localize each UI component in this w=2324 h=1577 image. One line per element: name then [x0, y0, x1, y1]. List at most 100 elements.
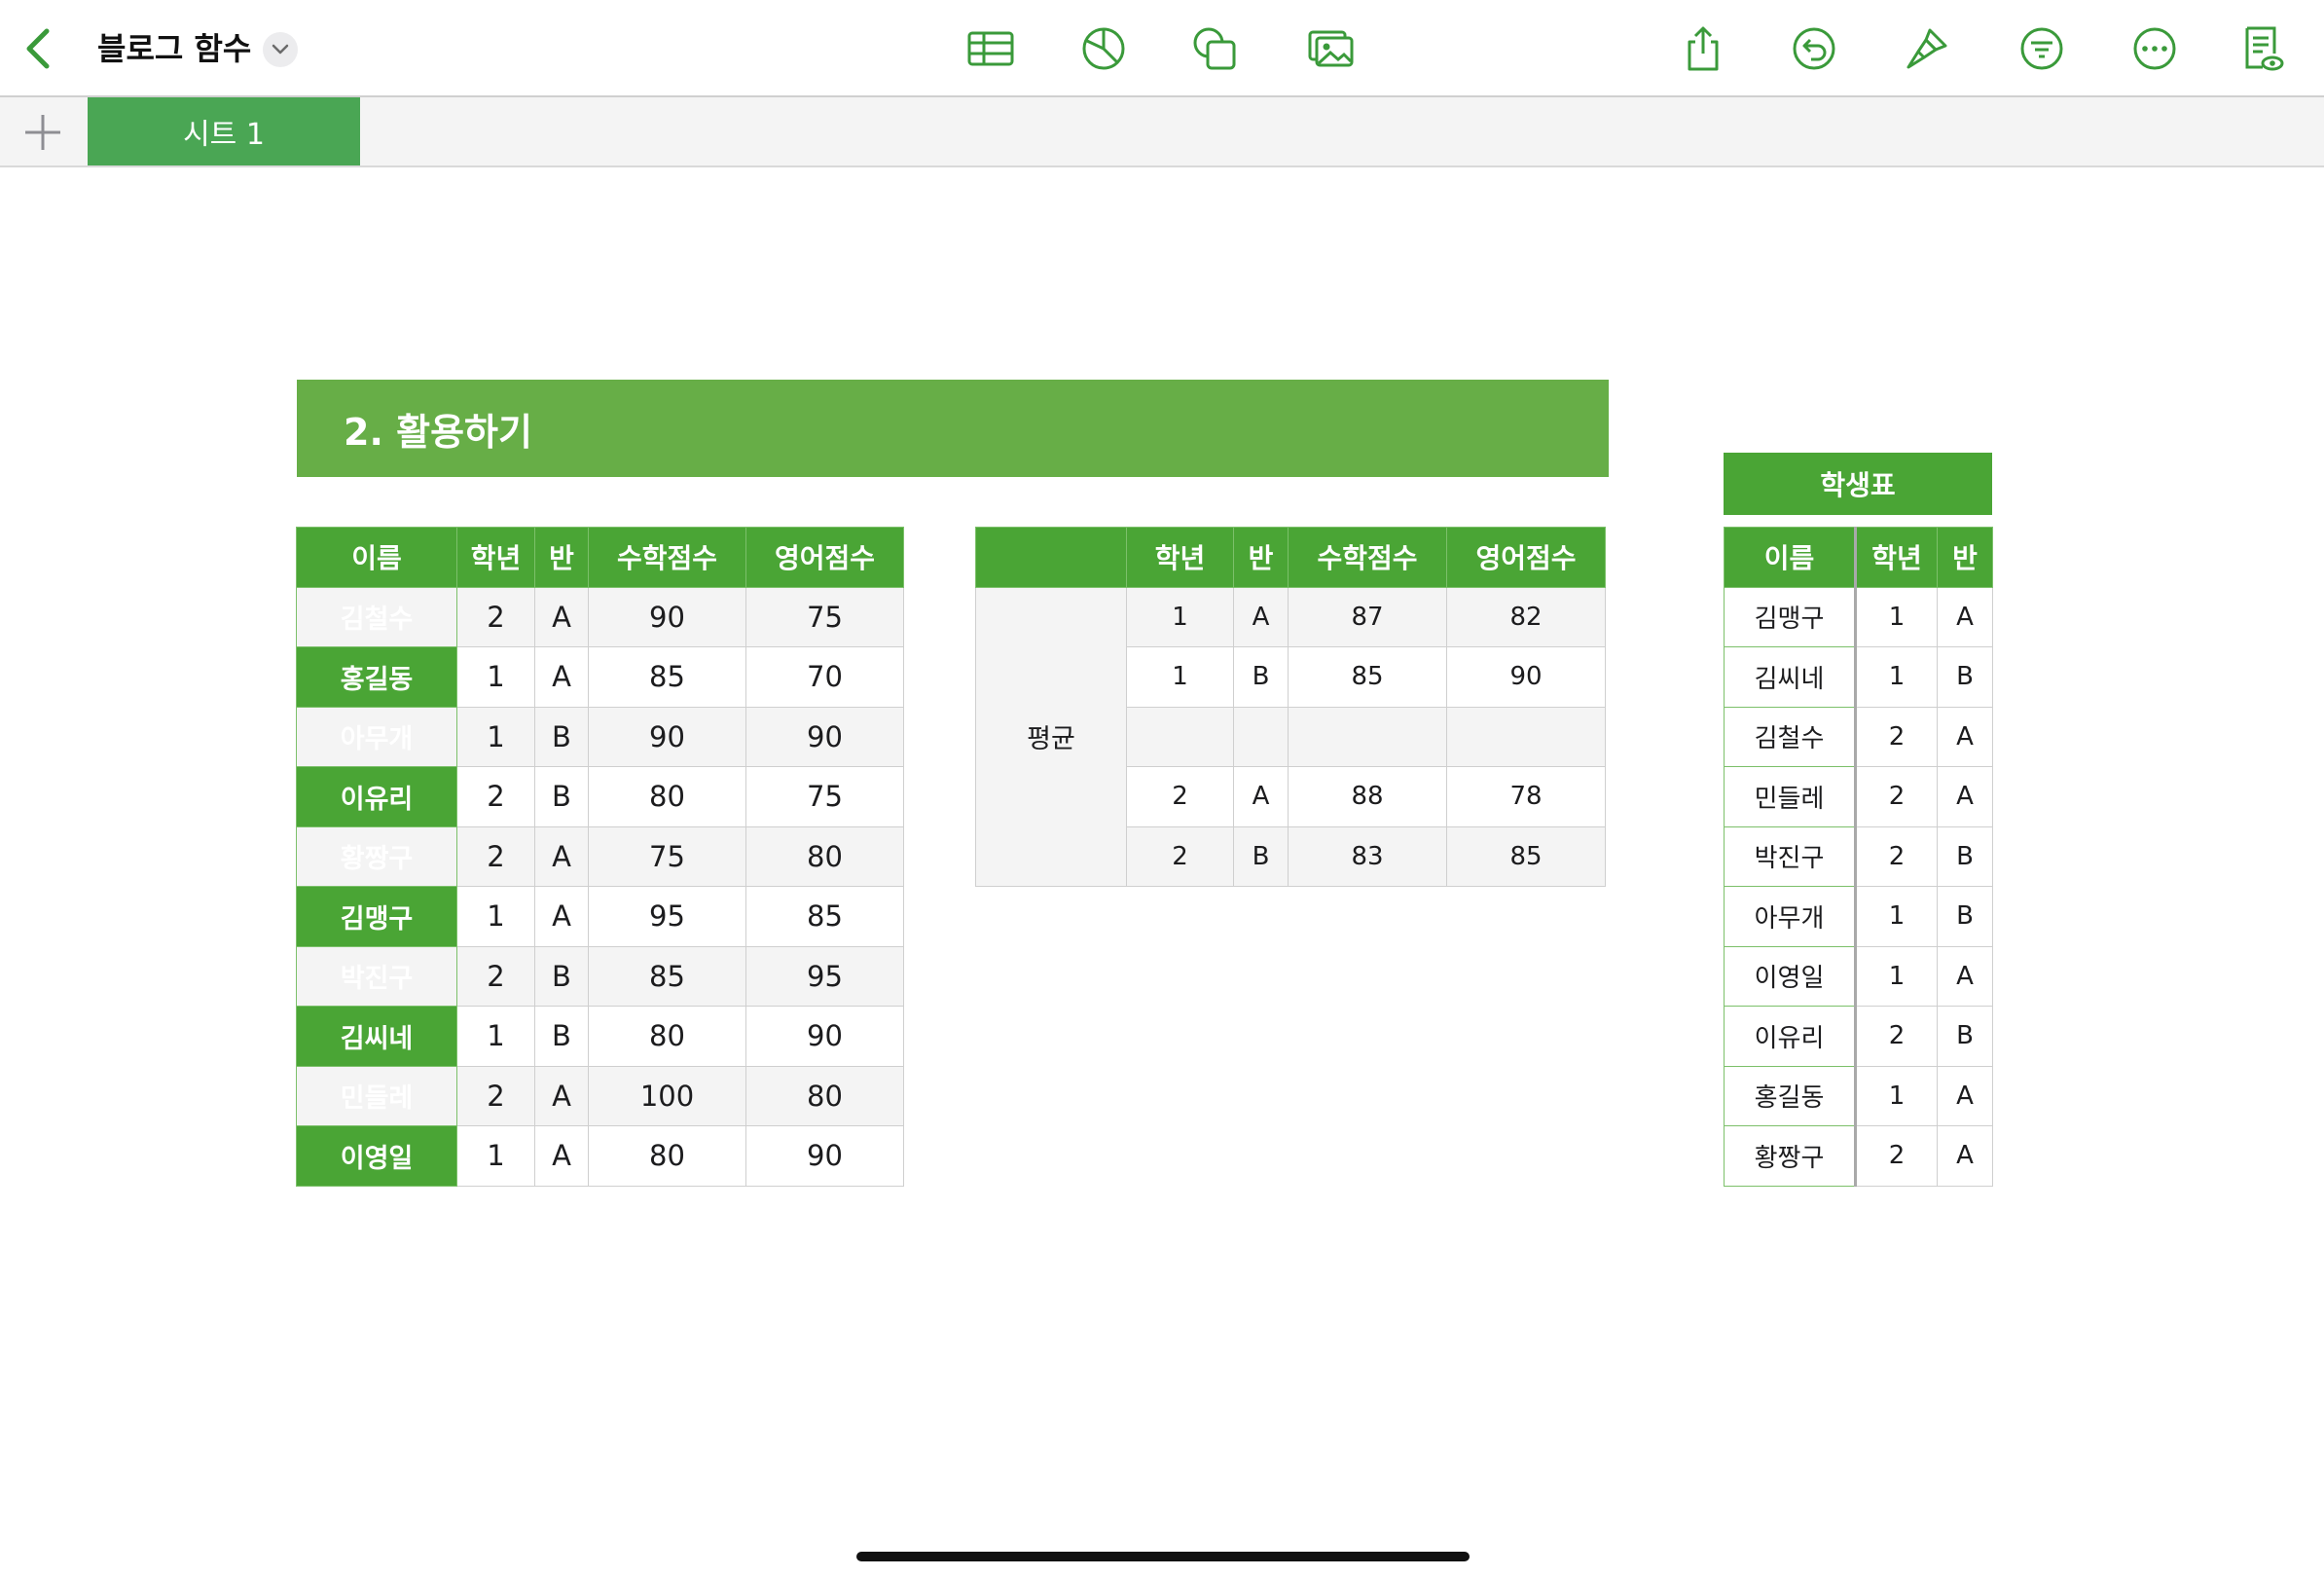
student-table-caption[interactable]: 학생표: [1724, 453, 1992, 515]
table-cell[interactable]: 80: [745, 1065, 904, 1126]
table-cell[interactable]: [1446, 706, 1606, 767]
header-cell[interactable]: 학년: [456, 527, 535, 588]
table-cell[interactable]: 85: [1288, 646, 1447, 708]
table-cell[interactable]: 1: [456, 1006, 535, 1067]
row-name-cell[interactable]: 이유리: [296, 766, 457, 827]
row-name-cell[interactable]: 민들레: [296, 1065, 457, 1126]
header-cell[interactable]: 영어점수: [1446, 527, 1606, 588]
row-name-cell[interactable]: 김맹구: [296, 886, 457, 947]
table-cell[interactable]: 75: [745, 586, 904, 647]
table-cell[interactable]: 2: [456, 945, 535, 1007]
format-button[interactable]: [1900, 21, 1954, 76]
table-cell[interactable]: 88: [1288, 766, 1447, 827]
row-name-cell[interactable]: 홍길동: [1724, 1065, 1857, 1126]
document-title[interactable]: 블로그 함수: [97, 27, 251, 70]
student-table[interactable]: 이름 학년 반 김맹구 1 A 김씨네 1 B 김철수 2 A 민들레 2 A 박진구 2 B 아무개 1 B 이영…: [1724, 527, 1993, 1187]
title-menu-button[interactable]: [263, 32, 298, 67]
row-name-cell[interactable]: 김철수: [1724, 706, 1857, 767]
insert-shape-button[interactable]: [1187, 21, 1242, 76]
table-cell[interactable]: 1: [1855, 886, 1938, 947]
table-cell[interactable]: 2: [1126, 825, 1234, 887]
table-cell[interactable]: 90: [745, 706, 904, 767]
table-cell[interactable]: A: [534, 1065, 589, 1126]
table-cell[interactable]: 1: [1855, 586, 1938, 647]
table-cell[interactable]: 90: [588, 586, 746, 647]
table-cell[interactable]: B: [1937, 1006, 1993, 1067]
table-cell[interactable]: B: [1937, 886, 1993, 947]
table-cell[interactable]: 1: [456, 1125, 535, 1187]
table-cell[interactable]: 82: [1446, 586, 1606, 647]
table-cell[interactable]: 2: [1855, 706, 1938, 767]
home-indicator[interactable]: [856, 1552, 1470, 1561]
table-cell[interactable]: 78: [1446, 766, 1606, 827]
section-title[interactable]: 2. 활용하기: [297, 380, 1609, 477]
back-button[interactable]: [19, 25, 58, 72]
table-cell[interactable]: A: [534, 646, 589, 708]
table-cell[interactable]: 85: [1446, 825, 1606, 887]
insert-table-button[interactable]: [963, 21, 1018, 76]
table-cell[interactable]: 1: [456, 706, 535, 767]
more-button[interactable]: [2127, 21, 2182, 76]
table-cell[interactable]: 70: [745, 646, 904, 708]
header-cell[interactable]: 이름: [1724, 527, 1857, 588]
table-cell[interactable]: A: [1937, 945, 1993, 1007]
table-cell[interactable]: 80: [588, 1006, 746, 1067]
table-cell[interactable]: 1: [1855, 945, 1938, 1007]
table-cell[interactable]: 90: [745, 1125, 904, 1187]
table-cell[interactable]: 1: [1126, 586, 1234, 647]
table-cell[interactable]: 80: [745, 825, 904, 887]
row-name-cell[interactable]: 이유리: [1724, 1006, 1857, 1067]
header-cell[interactable]: 학년: [1855, 527, 1938, 588]
insert-media-button[interactable]: [1304, 21, 1359, 76]
table-cell[interactable]: B: [1937, 646, 1993, 708]
header-cell[interactable]: 수학점수: [588, 527, 746, 588]
row-name-cell[interactable]: 박진구: [296, 945, 457, 1007]
table-cell[interactable]: 80: [588, 1125, 746, 1187]
row-name-cell[interactable]: 민들레: [1724, 766, 1857, 827]
table-cell[interactable]: [1126, 706, 1234, 767]
table-cell[interactable]: 85: [745, 886, 904, 947]
table-cell[interactable]: 1: [456, 646, 535, 708]
table-cell[interactable]: 2: [1855, 766, 1938, 827]
table-cell[interactable]: A: [534, 886, 589, 947]
row-name-cell[interactable]: 황짱구: [296, 825, 457, 887]
row-name-cell[interactable]: 황짱구: [1724, 1125, 1857, 1187]
table-cell[interactable]: A: [1937, 706, 1993, 767]
table-cell[interactable]: B: [534, 945, 589, 1007]
table-cell[interactable]: 2: [1855, 1006, 1938, 1067]
header-cell[interactable]: 이름: [296, 527, 457, 588]
table-cell[interactable]: B: [534, 766, 589, 827]
header-cell[interactable]: 수학점수: [1288, 527, 1447, 588]
row-name-cell[interactable]: 홍길동: [296, 646, 457, 708]
table-cell[interactable]: [1233, 706, 1289, 767]
table-cell[interactable]: 1: [1126, 646, 1234, 708]
table-cell[interactable]: 80: [588, 766, 746, 827]
row-name-cell[interactable]: 김맹구: [1724, 586, 1857, 647]
share-button[interactable]: [1676, 21, 1730, 76]
sort-filter-button[interactable]: [2015, 21, 2069, 76]
table-cell[interactable]: [1288, 706, 1447, 767]
table-cell[interactable]: 87: [1288, 586, 1447, 647]
row-name-cell[interactable]: 이영일: [296, 1125, 457, 1187]
row-name-cell[interactable]: 이영일: [1724, 945, 1857, 1007]
table-cell[interactable]: 83: [1288, 825, 1447, 887]
table-cell[interactable]: 90: [1446, 646, 1606, 708]
table-cell[interactable]: 1: [1855, 646, 1938, 708]
insert-chart-button[interactable]: [1076, 21, 1131, 76]
row-name-cell[interactable]: 아무개: [1724, 886, 1857, 947]
table-cell[interactable]: 2: [1855, 825, 1938, 887]
table-cell[interactable]: A: [1937, 586, 1993, 647]
score-table[interactable]: 이름 학년 반 수학점수 영어점수 김철수 2 A 90 75 홍길동 1 A 85 70 아무개 1…: [296, 527, 904, 1187]
header-cell[interactable]: 반: [534, 527, 589, 588]
undo-button[interactable]: [1787, 21, 1841, 76]
view-options-button[interactable]: [2234, 21, 2289, 76]
header-cell[interactable]: 반: [1937, 527, 1993, 588]
tab-sheet-1[interactable]: 시트 1: [88, 97, 360, 165]
table-cell[interactable]: 95: [745, 945, 904, 1007]
header-cell[interactable]: 영어점수: [745, 527, 904, 588]
table-cell[interactable]: 100: [588, 1065, 746, 1126]
table-cell[interactable]: 1: [456, 886, 535, 947]
header-cell[interactable]: 학년: [1126, 527, 1234, 588]
table-cell[interactable]: 90: [745, 1006, 904, 1067]
table-cell[interactable]: B: [534, 1006, 589, 1067]
